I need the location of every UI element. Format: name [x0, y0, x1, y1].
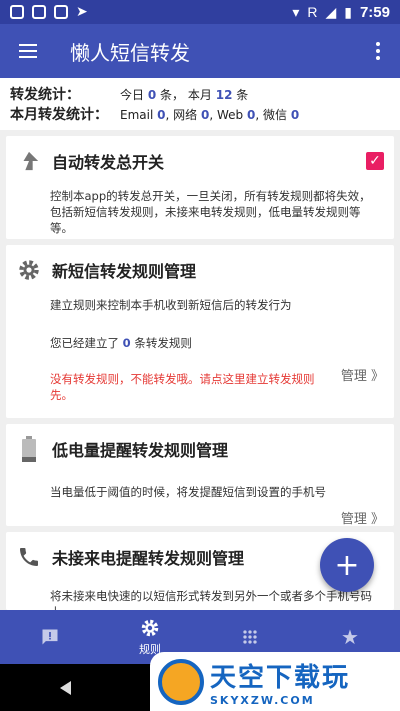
stats-panel: 转发统计： 今日 0 条， 本月 12 条 本月转发统计： Email 0, 网… — [0, 78, 400, 130]
star-icon: ★ — [341, 625, 359, 649]
forward-stats-value: 今日 0 条， 本月 12 条 — [120, 86, 248, 103]
watermark-logo-icon — [158, 658, 204, 705]
alert-message-icon — [42, 629, 58, 645]
today-label: 今日 — [120, 87, 145, 102]
separator: , — [209, 107, 214, 122]
battery-saver-icon — [54, 5, 68, 19]
battery-rules-card[interactable]: 低电量提醒转发规则管理 当电量低于阈值的时候，将发提醒短信到设置的手机号 管理 … — [6, 424, 394, 527]
battery-icon — [14, 434, 44, 464]
master-switch-title: 自动转发总开关 — [52, 153, 165, 172]
month-stats-label: 本月转发统计： — [10, 107, 108, 123]
forward-stats-label: 转发统计： — [10, 87, 80, 103]
gear-icon — [14, 255, 44, 285]
plus-icon: + — [334, 547, 360, 583]
menu-icon[interactable] — [0, 24, 56, 78]
notification-icon — [10, 5, 24, 19]
overflow-menu-icon[interactable] — [356, 24, 400, 78]
master-switch-card[interactable]: 自动转发总开关 ✓ 控制本app的转发总开关，一旦关闭，所有转发规则都将失效，包… — [6, 136, 394, 239]
carrier-label: R — [307, 4, 318, 20]
missed-call-rules-description: 将未接来电快速的以短信形式转发到另外一个或者多个手机号码上 — [50, 589, 372, 610]
master-switch-description: 控制本app的转发总开关，一旦关闭，所有转发规则都将失效，包括新短信转发规则，未… — [50, 189, 371, 235]
today-unit: 条， — [160, 87, 185, 102]
forward-arrow-icon — [14, 146, 44, 176]
app-bar: 懒人短信转发 — [0, 24, 400, 78]
sms-rules-description: 建立规则来控制本手机收到新短信后的转发行为 — [50, 298, 292, 312]
sms-rules-title: 新短信转发规则管理 — [52, 262, 197, 281]
rules-count-suffix: 条转发规则 — [134, 336, 192, 350]
dots-icon — [243, 630, 257, 644]
status-bar: ➤ ▾ R ◢ ▮ 7:59 — [0, 0, 400, 24]
sms-rules-count: 您已经建立了 0 条转发规则 — [6, 335, 394, 351]
separator: , — [255, 107, 260, 122]
web-label: Web — [217, 107, 244, 122]
back-icon[interactable] — [59, 680, 71, 695]
watermark-url: SKYXZW.COM — [210, 693, 315, 707]
sms-rules-card[interactable]: 新短信转发规则管理 建立规则来控制本手机收到新短信后的转发行为 您已经建立了 0… — [6, 245, 394, 418]
separator: , — [165, 107, 170, 122]
notification-icon — [32, 5, 46, 19]
missed-call-rules-title: 未接来电提醒转发规则管理 — [52, 549, 245, 568]
rules-count: 0 — [122, 336, 131, 350]
email-label: Email — [120, 107, 154, 122]
gear-icon — [141, 619, 159, 637]
nav-item-alerts[interactable] — [0, 610, 100, 664]
watermark-title: 天空下载玩 — [210, 662, 351, 693]
wechat-label: 微信 — [263, 107, 288, 122]
master-switch-checkbox[interactable]: ✓ — [366, 152, 384, 170]
site-watermark: 天空下载玩 SKYXZW.COM — [150, 652, 400, 711]
phone-icon — [14, 542, 44, 572]
wechat-count: 0 — [290, 107, 300, 122]
battery-rules-description: 当电量低于阈值的时候，将发提醒短信到设置的手机号 — [50, 485, 326, 499]
battery-rules-title: 低电量提醒转发规则管理 — [52, 441, 229, 460]
month-stats-value: Email 0, 网络 0, Web 0, 微信 0 — [120, 106, 299, 123]
clock: 7:59 — [359, 3, 390, 21]
month-label: 本月 — [187, 87, 212, 102]
battery-rules-manage-link[interactable]: 管理 》 — [341, 508, 384, 527]
battery-icon: ▮ — [344, 3, 352, 20]
net-label: 网络 — [173, 107, 198, 122]
month-unit: 条 — [236, 87, 249, 102]
today-count: 0 — [147, 87, 157, 102]
sms-rules-manage-link[interactable]: 管理 》 — [341, 365, 384, 384]
wifi-icon: ▾ — [292, 3, 300, 20]
add-rule-button[interactable]: + — [320, 538, 374, 592]
rules-count-prefix: 您已经建立了 — [50, 336, 119, 350]
sms-rules-warning-link[interactable]: 没有转发规则，不能转发哦。请点这里建立转发规则先。 — [6, 371, 394, 403]
app-title: 懒人短信转发 — [70, 40, 190, 65]
signal-icon: ◢ — [325, 3, 337, 20]
month-count: 12 — [215, 87, 233, 102]
app-notification-icon: ➤ — [76, 4, 88, 20]
